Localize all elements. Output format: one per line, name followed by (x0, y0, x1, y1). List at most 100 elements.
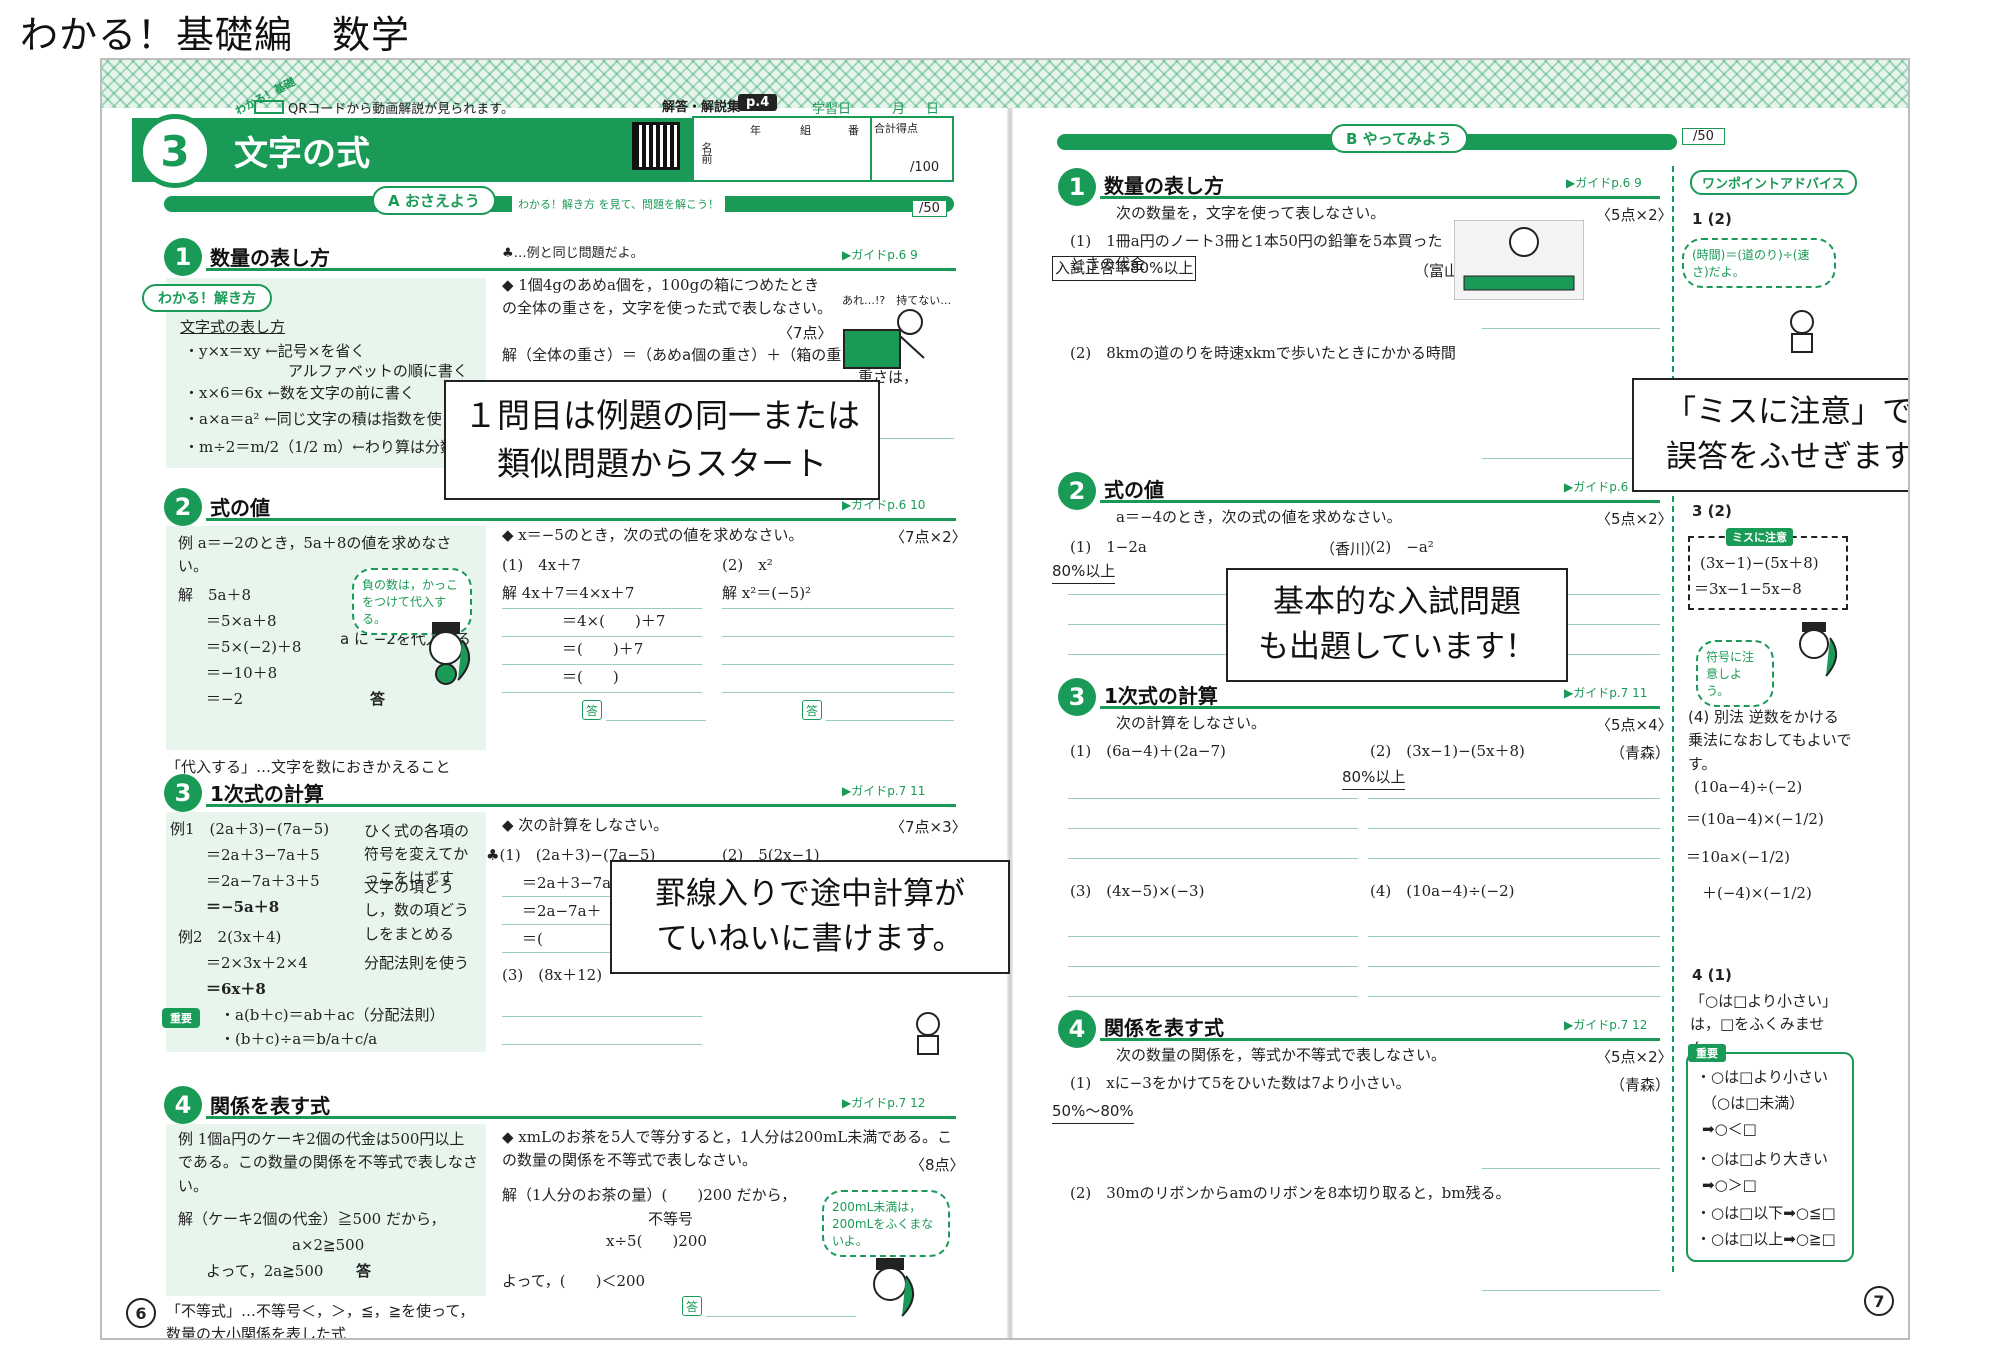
class-label: 組 (800, 124, 811, 137)
advice-4-label: 4 (1) (1692, 966, 1732, 984)
r-s4-rule (1100, 1038, 1660, 1041)
r-s4-instruction: 次の数量の関係を，等式か不等式で表しなさい。 (1116, 1046, 1447, 1064)
lightbulb-robot-icon (916, 1012, 940, 1055)
callout-entrance-exam: 基本的な入試問題 も出題しています！ (1226, 568, 1568, 682)
s3-key-1: ・a(b＋c)＝ab＋ac（分配法則） (220, 1006, 445, 1024)
squirrel-mascot-icon (429, 622, 470, 685)
s3-example-2b: ＝6x＋8 (206, 980, 266, 998)
s4-title: 関係を表す式 (210, 1094, 330, 1118)
s3-example-1b: ＝2a−7a＋3＋5 (206, 872, 320, 890)
r-s3-instruction: 次の計算をしなさい。 (1116, 714, 1267, 732)
r-s3-problem-3: (3) (4x−5)×(−3) (1070, 882, 1205, 900)
callout-first-question: １問目は例題の同一または 類似問題からスタート (444, 380, 880, 500)
r-s1-tag: 入試正答率80%以上 (1052, 256, 1197, 282)
r-s3-points: 〈5点×4〉 (1596, 716, 1673, 734)
s3-example-2a: ＝2×3x＋2×4 (206, 954, 308, 972)
s3-key-2: ・(b＋c)÷a＝b/a＋c/a (220, 1030, 378, 1048)
key-line-2: （○は□未満） (1702, 1094, 1805, 1112)
advice-heading: ワンポイントアドバイス (1690, 170, 1857, 195)
key-line-5: ➡○＞□ (1702, 1176, 1757, 1194)
r-s4-source: （青森） (1610, 1076, 1671, 1094)
advice-3-line-d: ＋(−4)×(−1/2) (1702, 884, 1812, 902)
s2-number: 2 (164, 488, 202, 526)
s4-kai-3: よって，2a≧500 (206, 1262, 324, 1280)
squirrel-mascot-icon-2 (873, 1258, 914, 1317)
answer-ref: 解答・解説集 (662, 100, 741, 115)
s4-answer-box: 答 (682, 1296, 702, 1316)
r-s1-title: 数量の表し方 (1104, 174, 1224, 198)
s4-number: 4 (164, 1086, 202, 1124)
s3-number: 3 (164, 774, 202, 812)
s1-mascot-bubble: あれ…!? 持てない… (842, 294, 952, 307)
r-s3-guide: ▶ガイドp.7 11 (1564, 686, 1648, 700)
r-s4-tag: 50%〜80% (1052, 1100, 1134, 1125)
s4-guide: ▶ガイドp.7 12 (842, 1096, 926, 1110)
s3-note-3: 分配法則を使う (364, 954, 470, 972)
band-a-title: A おさえよう (372, 186, 496, 215)
r-s3-title: 1次式の計算 (1104, 684, 1218, 708)
r-s2-number: 2 (1058, 472, 1096, 510)
study-date-label: 学習日 (812, 102, 852, 117)
name-label: 名前 (700, 142, 713, 164)
band-a-score: /50 (912, 200, 947, 217)
howto-badge: わかる！解き方 (142, 284, 272, 312)
s2-points: 〈7点×2〉 (890, 528, 967, 546)
squirrel-mascot-icon-3 (1799, 622, 1837, 677)
s3-points: 〈7点×3〉 (890, 818, 967, 836)
s3-title: 1次式の計算 (210, 782, 324, 806)
r-s2-guide: ▶ガイドp.6 (1564, 480, 1629, 494)
r-s3-problem-1: (1) (6a−4)＋(2a−7) (1070, 742, 1226, 760)
r-s2-rule (1100, 500, 1660, 503)
miss-line-2: ＝3x−1−5x−8 (1694, 580, 1802, 598)
s2-work-2: ＝4×( )＋7 (562, 612, 666, 630)
s4-kai-2: a×2≧500 (292, 1236, 365, 1254)
s2-work-1: 解 4x＋7＝4×x＋7 (502, 584, 635, 602)
s3-question: ◆ 次の計算をしなさい。 (502, 816, 669, 834)
r-s1-guide: ▶ガイドp.6 9 (1566, 176, 1642, 190)
r-s3-number: 3 (1058, 678, 1096, 716)
s2-kai-5: ＝−2 (206, 690, 244, 708)
year-label: 年 (750, 124, 761, 137)
r-s4-problem-2: (2) 30mのリボンからamのリボンを8本切り取ると，bm残る。 (1070, 1184, 1511, 1202)
advice-3-line-c: ＝10a×(−1/2) (1686, 848, 1791, 866)
s2-kai-2: ＝5×a＋8 (206, 612, 277, 630)
s2-kai-3: ＝5×(−2)＋8 (206, 638, 302, 656)
r-s1-problem-2: (2) 8kmの道のりを時速xkmで歩いたときにかかる時間 (1070, 344, 1456, 362)
advice-3-text: (4) 別法 逆数をかける乗法になおしてもよいです。 (1688, 708, 1852, 773)
qr-note: QRコードから動画解説が見られます。 (288, 102, 514, 117)
s1-guide: ▶ガイドp.6 9 (842, 248, 918, 262)
qr-code[interactable] (632, 122, 680, 170)
s3-example-1c: ＝−5a＋8 (206, 898, 280, 916)
key-line-4: ・○は□より大きい (1696, 1150, 1828, 1168)
s3-example-1: 例1 (2a＋3)−(7a−5) (170, 820, 330, 838)
key-badge: 重要 (1688, 1044, 1726, 1062)
advice-2-bubble: 符号に注意しよう。 (1696, 640, 1774, 707)
s4-footnote: 「不等式」…不等号＜，＞，≦，≧を使って，数量の大小関係を表した式 (166, 1302, 475, 1340)
r-s3-tag: 80%以上 (1342, 766, 1406, 791)
book-title: わかる！基礎編 数学 (20, 13, 411, 57)
s2-kai-1: 解 5a＋8 (178, 586, 252, 604)
band-b-score: /50 (1682, 128, 1725, 145)
advice-2-label: 3 (2) (1692, 502, 1732, 520)
band-a-note: わかる！解き方 を見て、問題を解こう！ (512, 196, 725, 212)
left-page-number: 6 (126, 1298, 156, 1328)
advice-3-line-a: (10a−4)÷(−2) (1694, 778, 1803, 796)
key-line-7: ・○は□以上➡○≧□ (1696, 1230, 1836, 1248)
s2-question: ◆ x＝−5のとき，次の式の値を求めなさい。 (502, 526, 804, 544)
s4-work-2: x÷5( )200 (606, 1232, 707, 1250)
r-s4-points: 〈5点×2〉 (1596, 1048, 1673, 1066)
r-s3-rule (1100, 706, 1660, 709)
s1-points: 〈7点〉 (778, 324, 833, 342)
r-s2-points: 〈5点×2〉 (1596, 510, 1673, 528)
band-b-badge: B (1346, 130, 1358, 148)
s4-tip-bubble: 200mL未満は，200mLをふくまないよ。 (822, 1190, 950, 1257)
r-s1-points: 〈5点×2〉 (1596, 206, 1673, 224)
s3-key-badge: 重要 (162, 1008, 200, 1028)
key-line-3: ➡○＜□ (1702, 1120, 1757, 1138)
s1-kai: 解（全体の重さ）＝（あめa個の重さ）＋（箱の重さ） (502, 346, 872, 364)
s4-work-1: 解（1人分のお茶の量）( )200 だから， (502, 1186, 797, 1204)
r-s4-problem-1: (1) xに−3をかけて5をひいた数は7より小さい。 (1070, 1074, 1411, 1092)
band-b-title: B やってみよう (1330, 124, 1468, 153)
chapter-banner (132, 118, 692, 182)
r-s2-tag: 80%以上 (1052, 560, 1116, 585)
